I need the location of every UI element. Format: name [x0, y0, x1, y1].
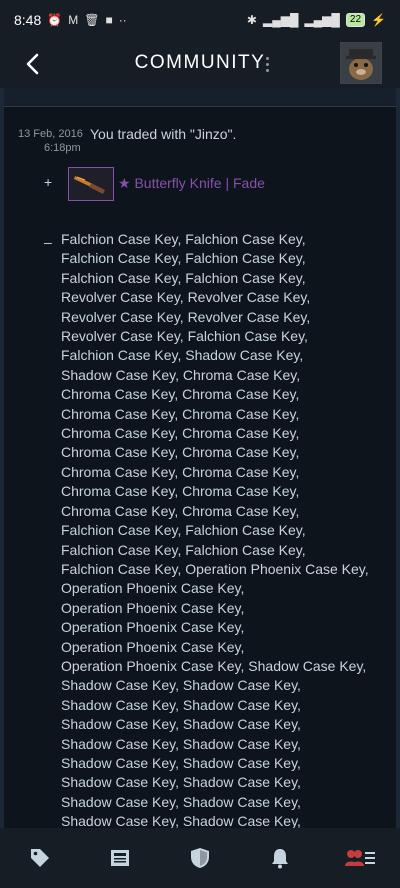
mail-icon: M [68, 13, 79, 27]
given-items-list: Falchion Case Key, Falchion Case Key, Fal… [61, 230, 386, 828]
more-options-button[interactable] [260, 52, 274, 76]
given-item-line: Chroma Case Key, Chroma Case Key, [61, 425, 300, 442]
kebab-dot-icon [265, 56, 269, 60]
status-time: 8:48 [14, 12, 42, 28]
given-item-line: Falchion Case Key, Falchion Case Key, [61, 541, 306, 558]
more-notifications-icon: ·· [118, 13, 127, 27]
tag-icon [31, 849, 49, 867]
given-item-line: Shadow Case Key, Shadow Case Key, [61, 754, 301, 771]
alarm-icon: ⏰ [47, 13, 63, 27]
nav-news-button[interactable] [100, 838, 140, 878]
butterfly-knife-icon [74, 176, 105, 194]
avatar-image-icon [341, 43, 381, 83]
given-item-line: Shadow Case Key, Shadow Case Key, [61, 793, 301, 810]
received-marker: + [44, 174, 53, 190]
given-item-line: Operation Phoenix Case Key, Shadow Case … [61, 657, 367, 674]
app-header: COMMUNITY [0, 40, 400, 88]
received-item-thumbnail[interactable] [68, 167, 114, 201]
given-item-line: Shadow Case Key, Chroma Case Key, [61, 366, 301, 383]
trade-time: 6:18pm [44, 142, 81, 154]
avatar[interactable] [340, 42, 382, 84]
given-item-line: Falchion Case Key, Falchion Case Key, [61, 231, 306, 247]
kebab-dot-icon [265, 68, 269, 72]
signal-2-icon: ▂▄▆█ [304, 13, 340, 27]
given-marker: – [44, 234, 52, 250]
given-item-line: Operation Phoenix Case Key, [61, 619, 245, 636]
shield-icon [191, 848, 209, 868]
given-item-line: Falchion Case Key, Operation Phoenix Cas… [61, 560, 369, 577]
given-item-line: Operation Phoenix Case Key, [61, 580, 245, 597]
given-item-line: Falchion Case Key, Shadow Case Key, [61, 347, 304, 364]
trade-history-panel: 13 Feb, 2016 6:18pm You traded with "Jin… [4, 88, 396, 828]
given-item-line: Chroma Case Key, Chroma Case Key, [61, 444, 300, 461]
nav-store-button[interactable] [20, 838, 60, 878]
charging-icon: ⚡ [371, 13, 386, 27]
given-item-line: Shadow Case Key, Shadow Case Key, [61, 774, 301, 791]
trash-icon: 🗑 [84, 13, 100, 27]
given-item-line: Falchion Case Key, Falchion Case Key, [61, 522, 306, 539]
status-right: ✱ ▂▄▆█ ▂▄▆█ 22 ⚡ [247, 13, 386, 27]
signal-icon: ▂▄▆█ [262, 13, 299, 27]
given-item-line: Shadow Case Key, Shadow Case Key, [61, 813, 301, 828]
given-item-line: Operation Phoenix Case Key, [61, 599, 245, 616]
given-item-line: Falchion Case Key, Falchion Case Key, [61, 250, 306, 267]
nav-friends-button[interactable] [340, 838, 380, 878]
status-bar: 8:48 ⏰ M 🗑 ■ ·· ✱ ▂▄▆█ ▂▄▆█ 22 ⚡ [0, 0, 400, 40]
app-icon: ■ [105, 13, 113, 27]
given-item-line: Operation Phoenix Case Key, [61, 638, 245, 655]
given-item-line: Shadow Case Key, Shadow Case Key, [61, 716, 301, 733]
given-item-line: Chroma Case Key, Chroma Case Key, [61, 463, 300, 480]
friends-icon [345, 850, 375, 866]
given-item-line: Shadow Case Key, Shadow Case Key, [61, 677, 301, 694]
given-item-line: Shadow Case Key, Shadow Case Key, [61, 735, 301, 752]
bluetooth-icon: ✱ [246, 13, 257, 27]
given-item-line: Chroma Case Key, Chroma Case Key, [61, 502, 300, 519]
given-item-line: Revolver Case Key, Revolver Case Key, [61, 289, 311, 306]
panel-divider [4, 88, 396, 107]
given-item-line: Shadow Case Key, Shadow Case Key, [61, 696, 301, 713]
given-item-line: Chroma Case Key, Chroma Case Key, [61, 483, 300, 500]
given-item-line: Chroma Case Key, Chroma Case Key, [61, 405, 300, 422]
news-icon [111, 850, 129, 866]
given-item-line: Falchion Case Key, Falchion Case Key, [61, 269, 306, 286]
status-left: 8:48 ⏰ M 🗑 ■ ·· [14, 12, 127, 28]
trade-date: 13 Feb, 2016 [18, 128, 83, 140]
received-item-link[interactable]: ★ Butterfly Knife | Fade [118, 175, 265, 192]
given-item-line: Revolver Case Key, Revolver Case Key, [61, 308, 311, 325]
bell-icon [272, 849, 288, 869]
battery-icon: 22 [345, 13, 366, 27]
given-item-line: Chroma Case Key, Chroma Case Key, [61, 386, 300, 403]
bottom-nav [0, 828, 400, 888]
given-item-line: Revolver Case Key, Falchion Case Key, [61, 328, 308, 345]
nav-guard-button[interactable] [180, 838, 220, 878]
trade-message: You traded with "Jinzo". [90, 126, 237, 142]
nav-notifications-button[interactable] [260, 838, 300, 878]
kebab-dot-icon [265, 62, 269, 66]
